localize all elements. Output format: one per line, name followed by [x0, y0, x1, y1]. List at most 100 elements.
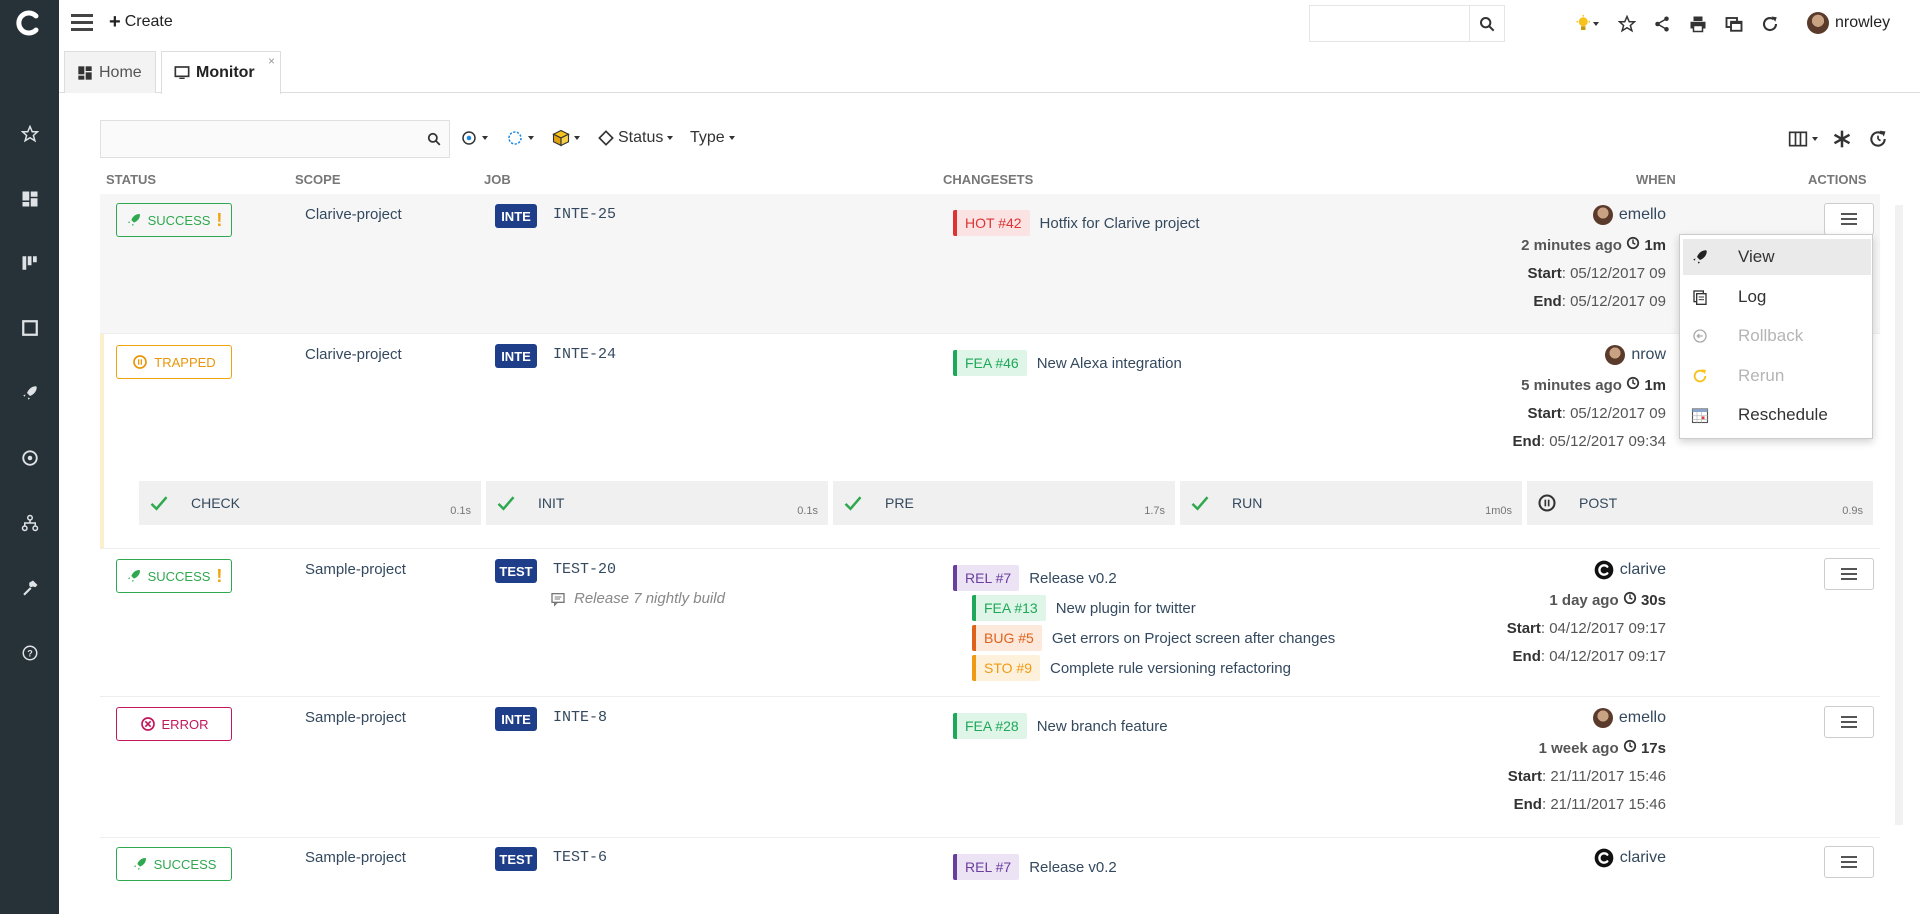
stage-run[interactable]: RUN 1m0s: [1180, 481, 1522, 525]
job-name-link[interactable]: INTE-8: [553, 709, 607, 726]
auto-refresh-icon[interactable]: [1868, 129, 1888, 149]
job-comment-text: Release 7 nightly build: [574, 590, 725, 607]
scope-link[interactable]: Sample-project: [305, 709, 406, 726]
menu-item-log[interactable]: Log: [1683, 279, 1871, 315]
status-badge[interactable]: SUCCESS !: [116, 559, 232, 593]
stage-post[interactable]: POST 0.9s: [1527, 481, 1873, 525]
scope-link[interactable]: Clarive-project: [305, 346, 402, 363]
sidebar-help-icon[interactable]: ?: [0, 633, 59, 673]
search-icon[interactable]: [427, 132, 441, 146]
duration: 1m: [1644, 237, 1666, 254]
close-tab-icon[interactable]: ×: [268, 54, 275, 68]
sidebar-square-icon[interactable]: [0, 308, 59, 348]
col-scope[interactable]: SCOPE: [295, 172, 341, 187]
global-search-input[interactable]: [1309, 5, 1469, 42]
job-user[interactable]: nrow: [1180, 345, 1666, 365]
job-user[interactable]: clarive: [1180, 560, 1666, 580]
stage-name: RUN: [1232, 495, 1263, 511]
star-icon[interactable]: [1615, 12, 1639, 36]
warning-icon: !: [216, 209, 223, 230]
create-label: Create: [124, 13, 173, 30]
job-user[interactable]: clarive: [1180, 848, 1666, 868]
stage-time: 0.1s: [450, 505, 471, 517]
changeset-item[interactable]: HOT #42 Hotfix for Clarive project: [953, 210, 1200, 236]
changeset-item[interactable]: FEA #13 New plugin for twitter: [972, 595, 1196, 621]
job-name-link[interactable]: TEST-6: [553, 849, 607, 866]
changeset-tag: BUG #5: [972, 625, 1042, 651]
col-actions[interactable]: ACTIONS: [1808, 172, 1867, 187]
scope-link[interactable]: Sample-project: [305, 849, 406, 866]
sidebar-hammer-icon[interactable]: [0, 568, 59, 608]
changeset-tag: REL #7: [953, 854, 1020, 880]
col-when[interactable]: WHEN: [1636, 172, 1676, 187]
user-menu[interactable]: nrowley: [1807, 12, 1890, 34]
actions-menu-button[interactable]: [1824, 203, 1874, 235]
menu-toggle-icon[interactable]: [71, 14, 93, 32]
sidebar-target-icon[interactable]: [0, 438, 59, 478]
status-badge[interactable]: TRAPPED: [116, 345, 232, 379]
asterisk-icon[interactable]: [1832, 129, 1852, 149]
actions-menu-button[interactable]: [1824, 558, 1874, 590]
col-changesets[interactable]: CHANGESETS: [943, 172, 1033, 187]
job-type-badge: TEST: [495, 847, 537, 871]
clarive-logo[interactable]: [14, 8, 44, 38]
stage-pre[interactable]: PRE 1.7s: [833, 481, 1175, 525]
vertical-scrollbar[interactable]: [1895, 205, 1903, 825]
scope-link[interactable]: Clarive-project: [305, 206, 402, 223]
col-status[interactable]: STATUS: [106, 172, 156, 187]
filter-search: [100, 120, 450, 158]
menu-item-reschedule[interactable]: Reschedule: [1683, 397, 1871, 433]
topbar: + Create: [59, 0, 1920, 48]
changeset-item[interactable]: FEA #46 New Alexa integration: [953, 350, 1182, 376]
create-button[interactable]: + Create: [109, 12, 173, 32]
job-name-link[interactable]: TEST-20: [553, 561, 616, 578]
time-ago: 1 week ago: [1538, 740, 1619, 757]
job-name-link[interactable]: INTE-24: [553, 346, 616, 363]
col-job[interactable]: JOB: [484, 172, 511, 187]
columns-button[interactable]: [1788, 129, 1818, 149]
window-icon[interactable]: [1722, 12, 1746, 36]
status-filter-button[interactable]: Status: [598, 129, 674, 147]
project-filter-button[interactable]: [460, 129, 488, 147]
clock-icon: [1623, 591, 1636, 605]
stage-init[interactable]: INIT 0.1s: [486, 481, 828, 525]
actions-menu-button[interactable]: [1824, 846, 1874, 878]
filter-search-input[interactable]: [101, 121, 421, 157]
tab-monitor[interactable]: Monitor ×: [161, 51, 281, 94]
tab-home[interactable]: Home: [64, 51, 156, 93]
state-filter-button[interactable]: [506, 129, 534, 147]
job-user[interactable]: emello: [1180, 708, 1666, 728]
rocket-icon: [127, 214, 140, 226]
sidebar-favorites-icon[interactable]: [0, 114, 59, 154]
print-icon[interactable]: [1686, 12, 1710, 36]
stage-time: 0.9s: [1842, 505, 1863, 517]
refresh-icon[interactable]: [1758, 12, 1782, 36]
start-label: Start: [1527, 405, 1562, 422]
end-label: End: [1533, 293, 1562, 310]
job-name-link[interactable]: INTE-25: [553, 206, 616, 223]
changeset-item[interactable]: REL #7 Release v0.2: [953, 854, 1117, 880]
type-filter-button[interactable]: Type: [690, 129, 735, 147]
sidebar-hierarchy-icon[interactable]: [0, 503, 59, 543]
sidebar-kanban-icon[interactable]: [0, 243, 59, 283]
share-icon[interactable]: [1650, 12, 1674, 36]
changeset-item[interactable]: FEA #28 New branch feature: [953, 713, 1168, 739]
job-user[interactable]: emello: [1180, 205, 1666, 225]
clock-icon: [1627, 236, 1640, 250]
changeset-item[interactable]: REL #7 Release v0.2: [953, 565, 1117, 591]
status-badge[interactable]: SUCCESS: [116, 847, 232, 881]
scope-link[interactable]: Sample-project: [305, 561, 406, 578]
menu-item-view[interactable]: View: [1683, 239, 1871, 275]
stage-check[interactable]: CHECK 0.1s: [139, 481, 481, 525]
svg-text:?: ?: [27, 648, 33, 658]
sidebar-rocket-icon[interactable]: [0, 373, 59, 413]
status-badge[interactable]: ERROR: [116, 707, 232, 741]
status-badge[interactable]: SUCCESS !: [116, 203, 232, 237]
lightbulb-icon[interactable]: [1570, 12, 1604, 36]
filter-bar: Status Type: [100, 120, 1886, 160]
package-filter-button[interactable]: [552, 129, 580, 147]
sidebar-dashboard-icon[interactable]: [0, 179, 59, 219]
search-icon[interactable]: [1469, 5, 1505, 42]
actions-menu-button[interactable]: [1824, 706, 1874, 738]
status-label: ERROR: [161, 716, 209, 732]
